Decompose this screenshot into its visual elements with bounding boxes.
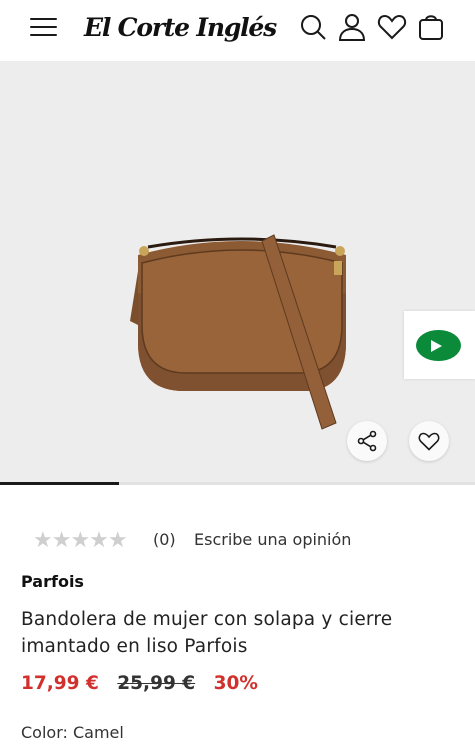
gallery-progress-track xyxy=(0,482,475,485)
top-header: El Corte Inglés xyxy=(0,0,475,60)
play-arrow-icon xyxy=(431,340,442,352)
share-icon xyxy=(357,430,377,452)
price-row: 17,99 € 25,99 € 30% xyxy=(21,673,258,699)
search-icon[interactable] xyxy=(298,12,328,42)
favorite-button[interactable] xyxy=(409,421,449,461)
menu-icon[interactable] xyxy=(30,16,57,38)
current-price: 17,99 € xyxy=(21,673,99,694)
rating-row: ★★★★★ (0) Escribe una opinión xyxy=(33,528,351,553)
rating-count: (0) xyxy=(153,530,176,549)
product-image-gallery[interactable] xyxy=(0,61,475,482)
product-title: Bandolera de mujer con solapa y cierre i… xyxy=(21,609,393,657)
color-label: Color: Camel xyxy=(21,723,124,742)
heart-icon[interactable] xyxy=(377,12,407,42)
discount-badge: 30% xyxy=(213,673,258,694)
shop-tab-button[interactable] xyxy=(404,311,475,379)
store-logo[interactable]: El Corte Inglés xyxy=(84,9,277,47)
gallery-progress-fill xyxy=(0,482,119,485)
original-price: 25,99 € xyxy=(117,673,196,694)
write-review-link[interactable]: Escribe una opinión xyxy=(194,530,351,549)
share-button[interactable] xyxy=(347,421,387,461)
brand-name[interactable]: Parfois xyxy=(21,572,84,591)
star-rating-icon: ★★★★★ xyxy=(33,528,128,553)
heart-outline-icon xyxy=(418,432,440,451)
product-image xyxy=(130,234,346,430)
bag-icon[interactable] xyxy=(416,12,446,42)
user-icon[interactable] xyxy=(337,12,367,42)
